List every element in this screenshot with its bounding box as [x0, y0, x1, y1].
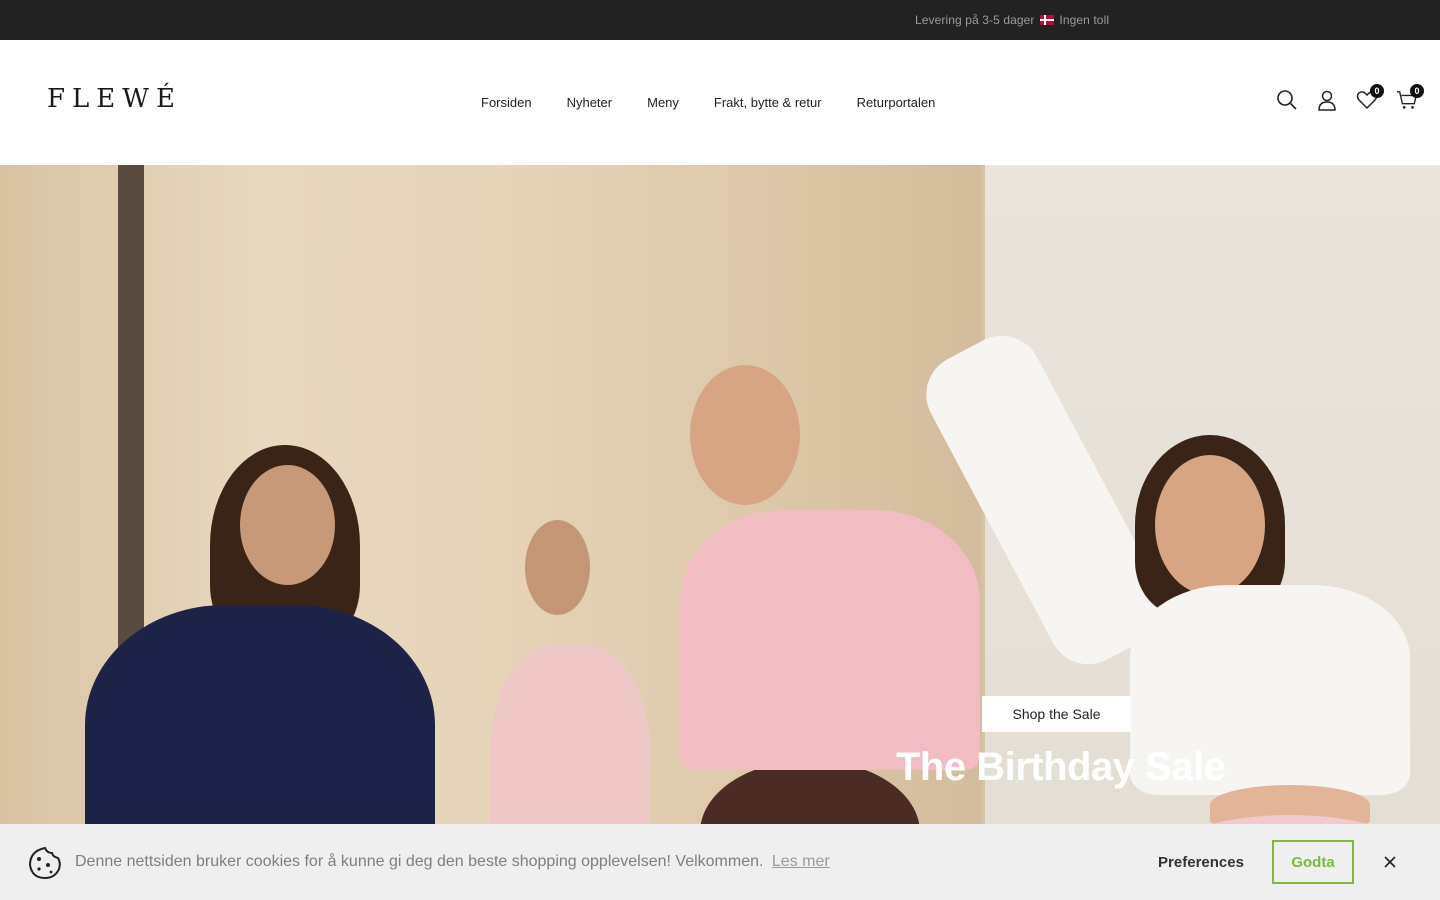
main-nav: Forsiden Nyheter Meny Frakt, bytte & ret… [481, 95, 970, 110]
hero-figure-3 [680, 510, 980, 770]
cart-count-badge: 0 [1410, 84, 1424, 98]
norway-flag-icon [1039, 15, 1054, 25]
cookie-message-text: Denne nettsiden bruker cookies for å kun… [75, 853, 764, 870]
nav-item-forsiden[interactable]: Forsiden [481, 95, 532, 110]
account-icon[interactable] [1316, 88, 1338, 112]
logo[interactable]: FLEWÉ [47, 84, 182, 114]
hero-figure-1-head [240, 465, 335, 585]
announcement-bar: Levering på 3-5 dager Ingen toll [0, 0, 1440, 40]
nav-item-frakt[interactable]: Frakt, bytte & retur [714, 95, 822, 110]
hero-banner: Shop the Sale The Birthday Sale [0, 165, 1440, 900]
hero-title: The Birthday Sale [896, 745, 1226, 789]
cookie-icon [28, 846, 62, 885]
nav-item-nyheter[interactable]: Nyheter [567, 95, 613, 110]
announcement-text-after: Ingen toll [1059, 13, 1110, 27]
preferences-button[interactable]: Preferences [1148, 842, 1254, 882]
hero-figure-2-head [525, 520, 590, 615]
cookie-message: Denne nettsiden bruker cookies for å kun… [75, 853, 830, 871]
site-header: FLEWÉ Forsiden Nyheter Meny Frakt, bytte… [0, 40, 1440, 165]
hero-figure-4-head [1155, 455, 1265, 595]
wishlist-count-badge: 0 [1370, 84, 1384, 98]
header-icons: 0 0 [1276, 84, 1424, 112]
read-more-link[interactable]: Les mer [772, 853, 830, 870]
cookie-banner: Denne nettsiden bruker cookies for å kun… [0, 824, 1440, 900]
accept-cookies-button[interactable]: Godta [1272, 840, 1354, 884]
announcement-text: Levering på 3-5 dager Ingen toll [915, 13, 1109, 27]
search-icon[interactable] [1276, 88, 1298, 112]
shop-the-sale-button[interactable]: Shop the Sale [982, 696, 1131, 732]
wishlist-icon[interactable]: 0 [1356, 84, 1384, 112]
cart-icon[interactable]: 0 [1396, 84, 1424, 112]
hero-figure-3-head [690, 365, 800, 505]
close-icon[interactable] [1380, 852, 1400, 872]
nav-item-returportalen[interactable]: Returportalen [857, 95, 936, 110]
nav-item-meny[interactable]: Meny [647, 95, 679, 110]
announcement-text-before: Levering på 3-5 dager [915, 13, 1035, 27]
